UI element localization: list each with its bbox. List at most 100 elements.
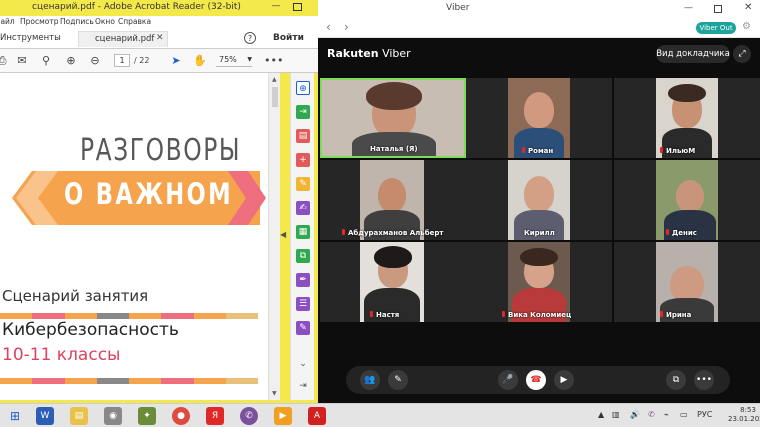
edit-pdf-icon[interactable]: ☰ (296, 297, 310, 311)
language-indicator[interactable]: РУС (697, 410, 712, 419)
media-icon[interactable]: ▶ (274, 407, 292, 425)
acrobat-title: сценарий.pdf - Adobe Acrobat Reader (32-… (32, 2, 241, 12)
speaker-view-button[interactable]: Вид докладчика (656, 45, 730, 63)
participants-icon[interactable]: 👥 (360, 370, 380, 390)
microphone-icon[interactable]: 🎤 (498, 370, 518, 390)
clock-date: 23.01.2023 (728, 415, 760, 423)
participant-tile[interactable]: Абдурахманов Альберт (320, 160, 466, 240)
tab-tools[interactable]: Инструменты (0, 33, 61, 43)
enhance-scan-icon[interactable]: ⧉ (296, 249, 310, 263)
pdf-scrollbar[interactable]: ▲ ▼ (268, 73, 280, 400)
page-up-icon[interactable]: ⊕ (63, 53, 79, 69)
print-icon[interactable]: ⎙ (0, 53, 10, 69)
muted-mic-icon (370, 311, 373, 317)
zoom-tool-icon[interactable]: ⊕ (296, 81, 310, 95)
create-pdf-icon[interactable]: + (296, 153, 310, 167)
doc-grade: 10-11 классы (2, 345, 121, 365)
scroll-thumb[interactable] (272, 87, 278, 107)
close-button[interactable]: ✕ (744, 2, 752, 13)
participant-tile[interactable]: Настя (320, 242, 466, 322)
muted-mic-icon (522, 147, 525, 153)
file-explorer-icon[interactable]: ▤ (70, 407, 88, 425)
protect-icon[interactable]: ✎ (296, 321, 310, 335)
compress-icon[interactable]: ▦ (296, 225, 310, 239)
more-icon[interactable]: ••• (264, 53, 283, 69)
close-tab-icon[interactable]: ✕ (156, 33, 164, 43)
menu-sign[interactable]: Подпись (60, 17, 94, 26)
screen-share-icon[interactable]: ⧉ (666, 370, 686, 390)
export-pdf-icon[interactable]: ⇥ (296, 105, 310, 119)
camera-icon[interactable]: ▶ (554, 370, 574, 390)
page-number-input[interactable]: 1 (114, 54, 130, 67)
participant-tile[interactable]: Ирина (614, 242, 760, 322)
paint-icon[interactable]: ✦ (138, 407, 156, 425)
email-icon[interactable]: ✉ (14, 53, 30, 69)
menu-help[interactable]: Справка (118, 17, 151, 26)
chrome-icon[interactable]: ● (172, 407, 190, 425)
acrobat-menubar: Файл Просмотр Подпись Окно Справка (0, 16, 318, 29)
yandex-icon[interactable]: Я (206, 407, 224, 425)
scroll-down-icon[interactable]: ▼ (272, 390, 277, 397)
zoom-value: 75% (219, 55, 237, 64)
muted-mic-icon (666, 229, 669, 235)
maximize-button[interactable] (714, 5, 722, 13)
acrobat-icon[interactable]: A (308, 407, 326, 425)
participant-name: Кирилл (524, 229, 555, 237)
sign-icon[interactable]: ✒ (296, 273, 310, 287)
viber-nav: ‹ › Viber Out ⚙ (318, 18, 760, 38)
clock[interactable]: 8:53 23.01.2023 (728, 406, 760, 424)
participant-tile[interactable]: Роман (466, 78, 612, 158)
menu-file[interactable]: Файл (0, 17, 15, 26)
end-call-button[interactable]: ☎ (526, 370, 546, 390)
forward-icon[interactable]: › (344, 20, 349, 34)
participant-tile[interactable]: ИльюМ (614, 78, 760, 158)
tab-file[interactable]: сценарий.pdf ✕ (78, 31, 168, 47)
windows-start-icon[interactable]: ⊞ (6, 407, 24, 425)
video-feed (508, 78, 570, 158)
fill-sign-icon[interactable]: ✍ (296, 201, 310, 215)
help-icon[interactable]: ? (244, 32, 256, 44)
expand-icon[interactable]: ⤢ (733, 45, 751, 63)
participant-tile[interactable]: Кирилл (466, 160, 612, 240)
participant-tile[interactable]: Вика Коломиец (466, 242, 612, 322)
organize-pages-icon[interactable]: ▤ (296, 129, 310, 143)
page-down-icon[interactable]: ⊖ (87, 53, 103, 69)
viber-tray-icon[interactable]: ✆ (648, 410, 655, 419)
participant-tile[interactable]: Наталья (Я) (320, 78, 466, 158)
clock-time: 8:53 (740, 406, 756, 414)
viber-out-button[interactable]: Viber Out (696, 22, 736, 34)
tab-file-label: сценарий.pdf (95, 34, 155, 44)
maximize-button[interactable] (293, 3, 302, 11)
participant-tile[interactable]: Денис (614, 160, 760, 240)
signin-button[interactable]: Войти (273, 33, 304, 43)
doc-title: РАЗГОВОРЫ (80, 133, 242, 168)
hand-tool-icon[interactable]: ✋ (192, 53, 208, 69)
expand-more-icon[interactable]: ⌄ (296, 357, 310, 371)
zoom-select[interactable]: 75% ▼ (216, 54, 252, 67)
tray-apps-icon[interactable]: ▲ (598, 410, 604, 419)
menu-view[interactable]: Просмотр (20, 17, 59, 26)
word-icon[interactable]: W (36, 407, 54, 425)
muted-mic-icon (342, 229, 345, 235)
gear-icon[interactable]: ⚙ (742, 21, 751, 32)
network-icon[interactable]: ▥ (612, 410, 620, 419)
battery-icon[interactable]: ▭ (680, 410, 688, 419)
minimize-button[interactable]: — (269, 0, 283, 14)
select-cursor-icon[interactable]: ➤ (168, 53, 184, 69)
participant-name: Вика Коломиец (508, 311, 572, 319)
minimize-button[interactable]: — (684, 3, 693, 13)
edit-icon[interactable]: ✎ (388, 370, 408, 390)
viber-icon[interactable]: ✆ (240, 407, 258, 425)
search-icon[interactable]: ⚲ (38, 53, 54, 69)
usb-icon[interactable]: ⌁ (664, 410, 669, 419)
more-options-icon[interactable]: ••• (694, 370, 714, 390)
speaker-icon[interactable]: 🔊 (630, 410, 640, 419)
media-player-icon[interactable]: ◉ (104, 407, 122, 425)
video-feed (656, 242, 718, 322)
collapse-panel-icon[interactable]: ◀ (280, 230, 286, 239)
scroll-up-icon[interactable]: ▲ (272, 76, 277, 83)
menu-window[interactable]: Окно (95, 17, 115, 26)
pin-panel-icon[interactable]: ⇥ (296, 379, 310, 393)
back-icon[interactable]: ‹ (326, 20, 331, 34)
comment-icon[interactable]: ✎ (296, 177, 310, 191)
